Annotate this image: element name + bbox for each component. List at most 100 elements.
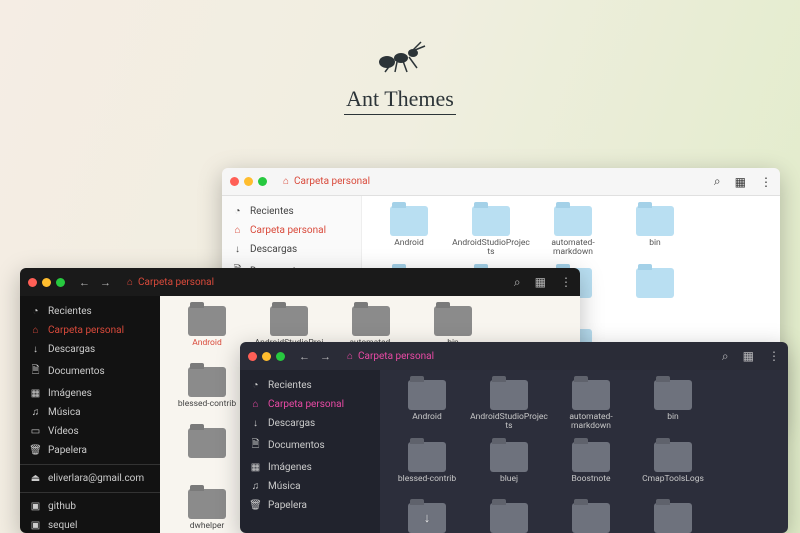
music-icon: ♫	[250, 481, 261, 492]
forward-icon[interactable]: →	[320, 350, 331, 363]
folder-item[interactable]: automated-markdown	[550, 380, 632, 432]
sidebar-item-recientes[interactable]: ◔Recientes	[222, 202, 361, 221]
folder-item[interactable]: Android	[166, 306, 248, 357]
folder-label: Boostnote	[550, 475, 632, 493]
folder-item[interactable]: blessed-contrib	[166, 367, 248, 418]
sidebar-item-recientes[interactable]: ◔Recientes	[240, 376, 380, 395]
minimize-icon[interactable]	[262, 352, 271, 361]
folder-label	[166, 461, 248, 479]
sidebar-item-música[interactable]: ♫Música	[240, 477, 380, 496]
menu-icon[interactable]: ⋮	[760, 175, 772, 189]
sidebar-item-música[interactable]: ♫Música	[20, 403, 160, 422]
titlebar[interactable]: ⌂ Carpeta personal ⌕ ▦ ⋮	[222, 168, 780, 196]
folder-label: blessed-contrib	[166, 400, 248, 418]
folder-icon	[654, 442, 692, 472]
folder-item[interactable]: Documentos	[550, 503, 632, 533]
folder-item[interactable]	[614, 268, 696, 319]
folder-icon	[472, 206, 510, 236]
trash-icon: 🗑	[30, 445, 41, 456]
search-icon[interactable]: ⌕	[514, 275, 521, 290]
close-icon[interactable]	[28, 278, 37, 287]
sidebar-item-imágenes[interactable]: ▦Imágenes	[240, 458, 380, 477]
search-icon[interactable]: ⌕	[714, 174, 721, 189]
clock-icon: ◔	[30, 306, 41, 317]
minimize-icon[interactable]	[244, 177, 253, 186]
back-icon[interactable]: ←	[79, 276, 90, 289]
folder-label: bluej	[468, 475, 550, 493]
sidebar-item-descargas[interactable]: ↓Descargas	[240, 414, 380, 433]
folder-item[interactable]: bin	[632, 380, 714, 432]
folder-item[interactable]: Descargas	[386, 503, 468, 533]
menu-icon[interactable]: ⋮	[560, 275, 572, 289]
sidebar-item-vídeos[interactable]: ▭Vídeos	[20, 422, 160, 441]
sidebar-item-eliverlara@gmail.com[interactable]: ⏏eliverlara@gmail.com	[20, 469, 160, 488]
minimize-icon[interactable]	[42, 278, 51, 287]
close-icon[interactable]	[230, 177, 239, 186]
folder-item[interactable]: bluej	[468, 442, 550, 493]
maximize-icon[interactable]	[258, 177, 267, 186]
sidebar-item-imágenes[interactable]: ▦Imágenes	[20, 384, 160, 403]
clock-icon: ◔	[250, 380, 261, 391]
download-icon: ↓	[232, 244, 243, 255]
sidebar-item-label: Documentos	[48, 366, 105, 377]
image-icon: ▦	[250, 462, 261, 473]
folder-item[interactable]: AndroidStudioProjects	[450, 206, 532, 258]
search-icon[interactable]: ⌕	[722, 349, 729, 364]
maximize-icon[interactable]	[276, 352, 285, 361]
folder-icon	[490, 442, 528, 472]
folder-icon	[434, 306, 472, 336]
folder-item[interactable]: Desktop	[468, 503, 550, 533]
logo-area: Ant Themes	[0, 0, 800, 115]
sidebar-item-descargas[interactable]: ↓Descargas	[20, 340, 160, 359]
sidebar-item-papelera[interactable]: 🗑 Papelera	[20, 441, 160, 460]
grid-icon[interactable]: ▦	[735, 175, 746, 189]
sidebar-item-carpeta-personal[interactable]: ⌂Carpeta personal	[20, 321, 160, 340]
home-icon: ⌂	[30, 325, 41, 336]
menu-icon[interactable]: ⋮	[768, 349, 780, 363]
sidebar-item-papelera[interactable]: 🗑Papelera	[240, 496, 380, 515]
sidebar-item-label: Recientes	[250, 206, 294, 217]
forward-icon[interactable]: →	[100, 276, 111, 289]
sidebar-item-sequel[interactable]: ▣sequel	[20, 516, 160, 533]
back-icon[interactable]: ←	[299, 350, 310, 363]
folder-item[interactable]: Dropbox	[632, 503, 714, 533]
traffic-lights[interactable]	[248, 352, 285, 361]
sidebar-item-documentos[interactable]: 🗎Documentos	[240, 433, 380, 458]
titlebar[interactable]: ← → ⌂ Carpeta personal ⌕ ▦ ⋮	[240, 342, 788, 370]
sidebar-item-documentos[interactable]: 🗎 Documentos	[20, 359, 160, 384]
doc-icon: 🗎	[30, 363, 41, 380]
traffic-lights[interactable]	[230, 177, 267, 186]
folder-item[interactable]: blessed-contrib	[386, 442, 468, 493]
folder-item[interactable]	[166, 428, 248, 479]
close-icon[interactable]	[248, 352, 257, 361]
maximize-icon[interactable]	[56, 278, 65, 287]
grid-icon[interactable]: ▦	[743, 349, 754, 363]
folder-icon	[572, 380, 610, 410]
folder-item[interactable]: automated-markdown	[532, 206, 614, 258]
sidebar-item-carpeta-personal[interactable]: ⌂Carpeta personal	[222, 221, 361, 240]
sidebar-item-label: Papelera	[48, 445, 87, 456]
folder-item[interactable]: dwhelper	[166, 489, 248, 533]
folder-label: bin	[632, 413, 714, 431]
traffic-lights[interactable]	[28, 278, 65, 287]
sidebar-item-recientes[interactable]: ◔Recientes	[20, 302, 160, 321]
sidebar-item-descargas[interactable]: ↓ Descargas	[222, 240, 361, 259]
folder-icon: ▣	[30, 520, 41, 531]
folder-item[interactable]: CmapToolsLogs	[632, 442, 714, 493]
sidebar-item-label: Descargas	[250, 244, 297, 255]
breadcrumb: ⌂ Carpeta personal	[347, 351, 434, 362]
folder-label: CmapToolsLogs	[632, 475, 714, 493]
folder-item[interactable]: AndroidStudioProjects	[468, 380, 550, 432]
folder-item[interactable]: Android	[368, 206, 450, 258]
folder-label: Android	[166, 339, 248, 357]
folder-item[interactable]: Boostnote	[550, 442, 632, 493]
folder-item[interactable]: Android	[386, 380, 468, 432]
grid-icon[interactable]: ▦	[535, 275, 546, 289]
folder-icon	[572, 503, 610, 533]
folder-item[interactable]: bin	[614, 206, 696, 258]
sidebar-item-label: Descargas	[268, 418, 315, 429]
sidebar-item-carpeta-personal[interactable]: ⌂Carpeta personal	[240, 395, 380, 414]
folder-icon	[636, 268, 674, 298]
titlebar[interactable]: ← → ⌂ Carpeta personal ⌕ ▦ ⋮	[20, 268, 580, 296]
sidebar-item-github[interactable]: ▣github	[20, 497, 160, 516]
